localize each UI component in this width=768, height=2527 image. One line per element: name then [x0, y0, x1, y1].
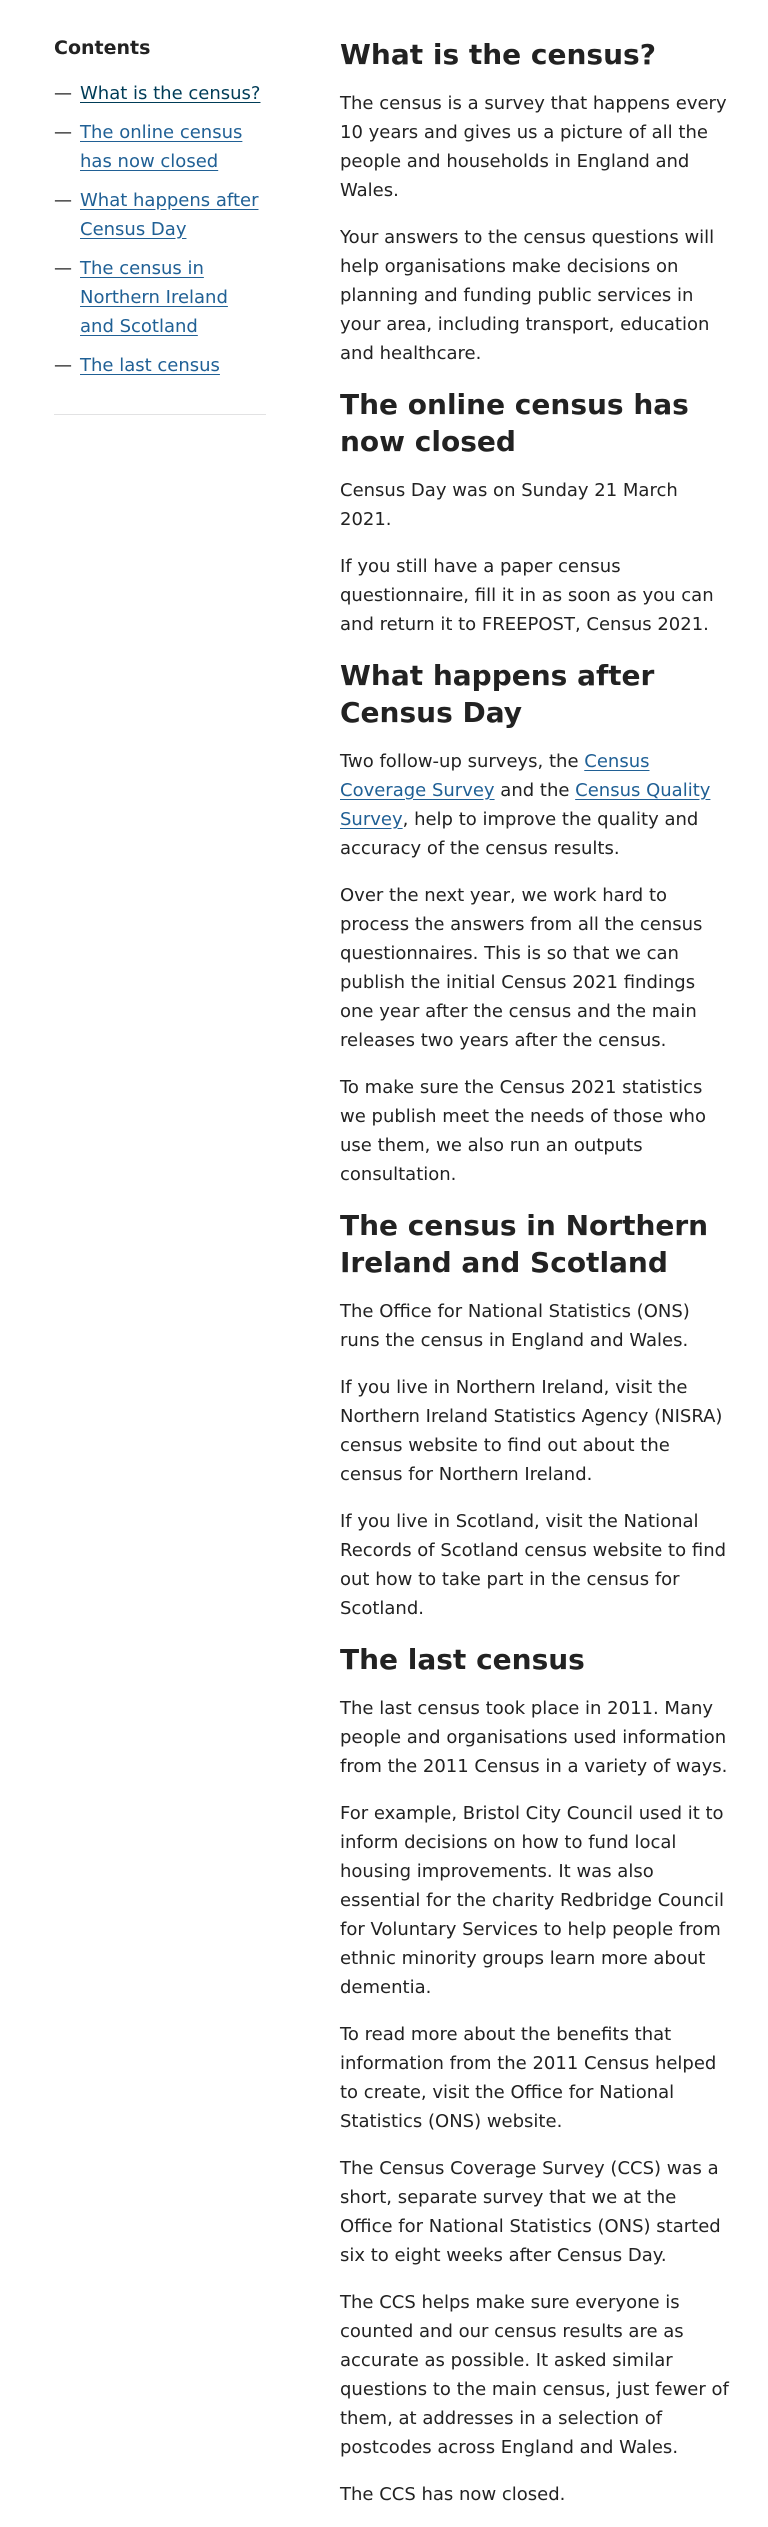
section-heading: The last census [340, 1643, 585, 1676]
paragraph: The CCS helps make sure everyone is coun… [340, 2292, 729, 2458]
toc-item-online-census-closed: — The online census has now closed [54, 118, 266, 176]
toc-link-online-census-closed[interactable]: The online census has now closed [80, 122, 242, 172]
toc-link-northern-ireland-scotland[interactable]: The census in Northern Ireland and Scotl… [80, 258, 228, 337]
toc-item-northern-ireland-scotland: — The census in Northern Ireland and Sco… [54, 254, 266, 341]
dash-icon: — [54, 354, 72, 376]
paragraph: The Office for National Statistics (ONS)… [340, 1301, 690, 1351]
text-fragment: Two follow-up surveys, the [340, 751, 585, 772]
dash-icon: — [54, 121, 72, 143]
table-of-contents: Contents — What is the census? — The onl… [54, 36, 266, 423]
toc-title: Contents [54, 37, 151, 59]
section-northern-ireland-scotland: The census in Northern Ireland and Scotl… [340, 1207, 732, 1623]
paragraph: For example, Bristol City Council used i… [340, 1803, 724, 1998]
main-content: What is the census? The census is a surv… [340, 36, 732, 2527]
paragraph: To read more about the benefits that inf… [340, 2024, 717, 2132]
paragraph-follow-up-surveys: Two follow-up surveys, the Census Covera… [340, 747, 732, 863]
paragraph: The Census Coverage Survey (CCS) was a s… [340, 2158, 721, 2266]
paragraph: If you live in Scotland, visit the Natio… [340, 1511, 727, 1619]
toc-link-what-happens-after[interactable]: What happens after Census Day [80, 190, 258, 240]
paragraph: The CCS has now closed. [340, 2484, 566, 2505]
toc-divider [54, 413, 266, 415]
paragraph: To make sure the Census 2021 statistics … [340, 1077, 706, 1185]
toc-link-what-is-the-census[interactable]: What is the census? [80, 83, 260, 104]
paragraph: The census is a survey that happens ever… [340, 93, 727, 201]
dash-icon: — [54, 257, 72, 279]
toc-item-what-happens-after: — What happens after Census Day [54, 186, 266, 244]
section-heading: What happens after Census Day [340, 659, 655, 729]
paragraph: If you still have a paper census questio… [340, 556, 714, 635]
toc-link-last-census[interactable]: The last census [80, 355, 220, 376]
dash-icon: — [54, 82, 72, 104]
paragraph: If you live in Northern Ireland, visit t… [340, 1377, 723, 1485]
dash-icon: — [54, 189, 72, 211]
section-last-census: The last census The last census took pla… [340, 1641, 732, 2509]
paragraph: The last census took place in 2011. Many… [340, 1698, 728, 1777]
paragraph: Census Day was on Sunday 21 March 2021. [340, 480, 678, 530]
toc-list: — What is the census? — The online censu… [54, 79, 266, 380]
page: Contents — What is the census? — The onl… [0, 0, 768, 2505]
toc-item-what-is-the-census: — What is the census? [54, 79, 266, 108]
toc-item-last-census: — The last census [54, 351, 266, 380]
section-what-is-the-census: What is the census? The census is a surv… [340, 36, 732, 368]
section-heading: The census in Northern Ireland and Scotl… [340, 1209, 709, 1279]
section-what-happens-after: What happens after Census Day Two follow… [340, 657, 732, 1189]
paragraph: Your answers to the census questions wil… [340, 227, 715, 364]
section-online-census-closed: The online census has now closed Census … [340, 386, 732, 639]
text-fragment: and the [494, 780, 576, 801]
paragraph: Over the next year, we work hard to proc… [340, 885, 703, 1051]
section-heading: The online census has now closed [340, 388, 689, 458]
section-heading: What is the census? [340, 38, 656, 71]
